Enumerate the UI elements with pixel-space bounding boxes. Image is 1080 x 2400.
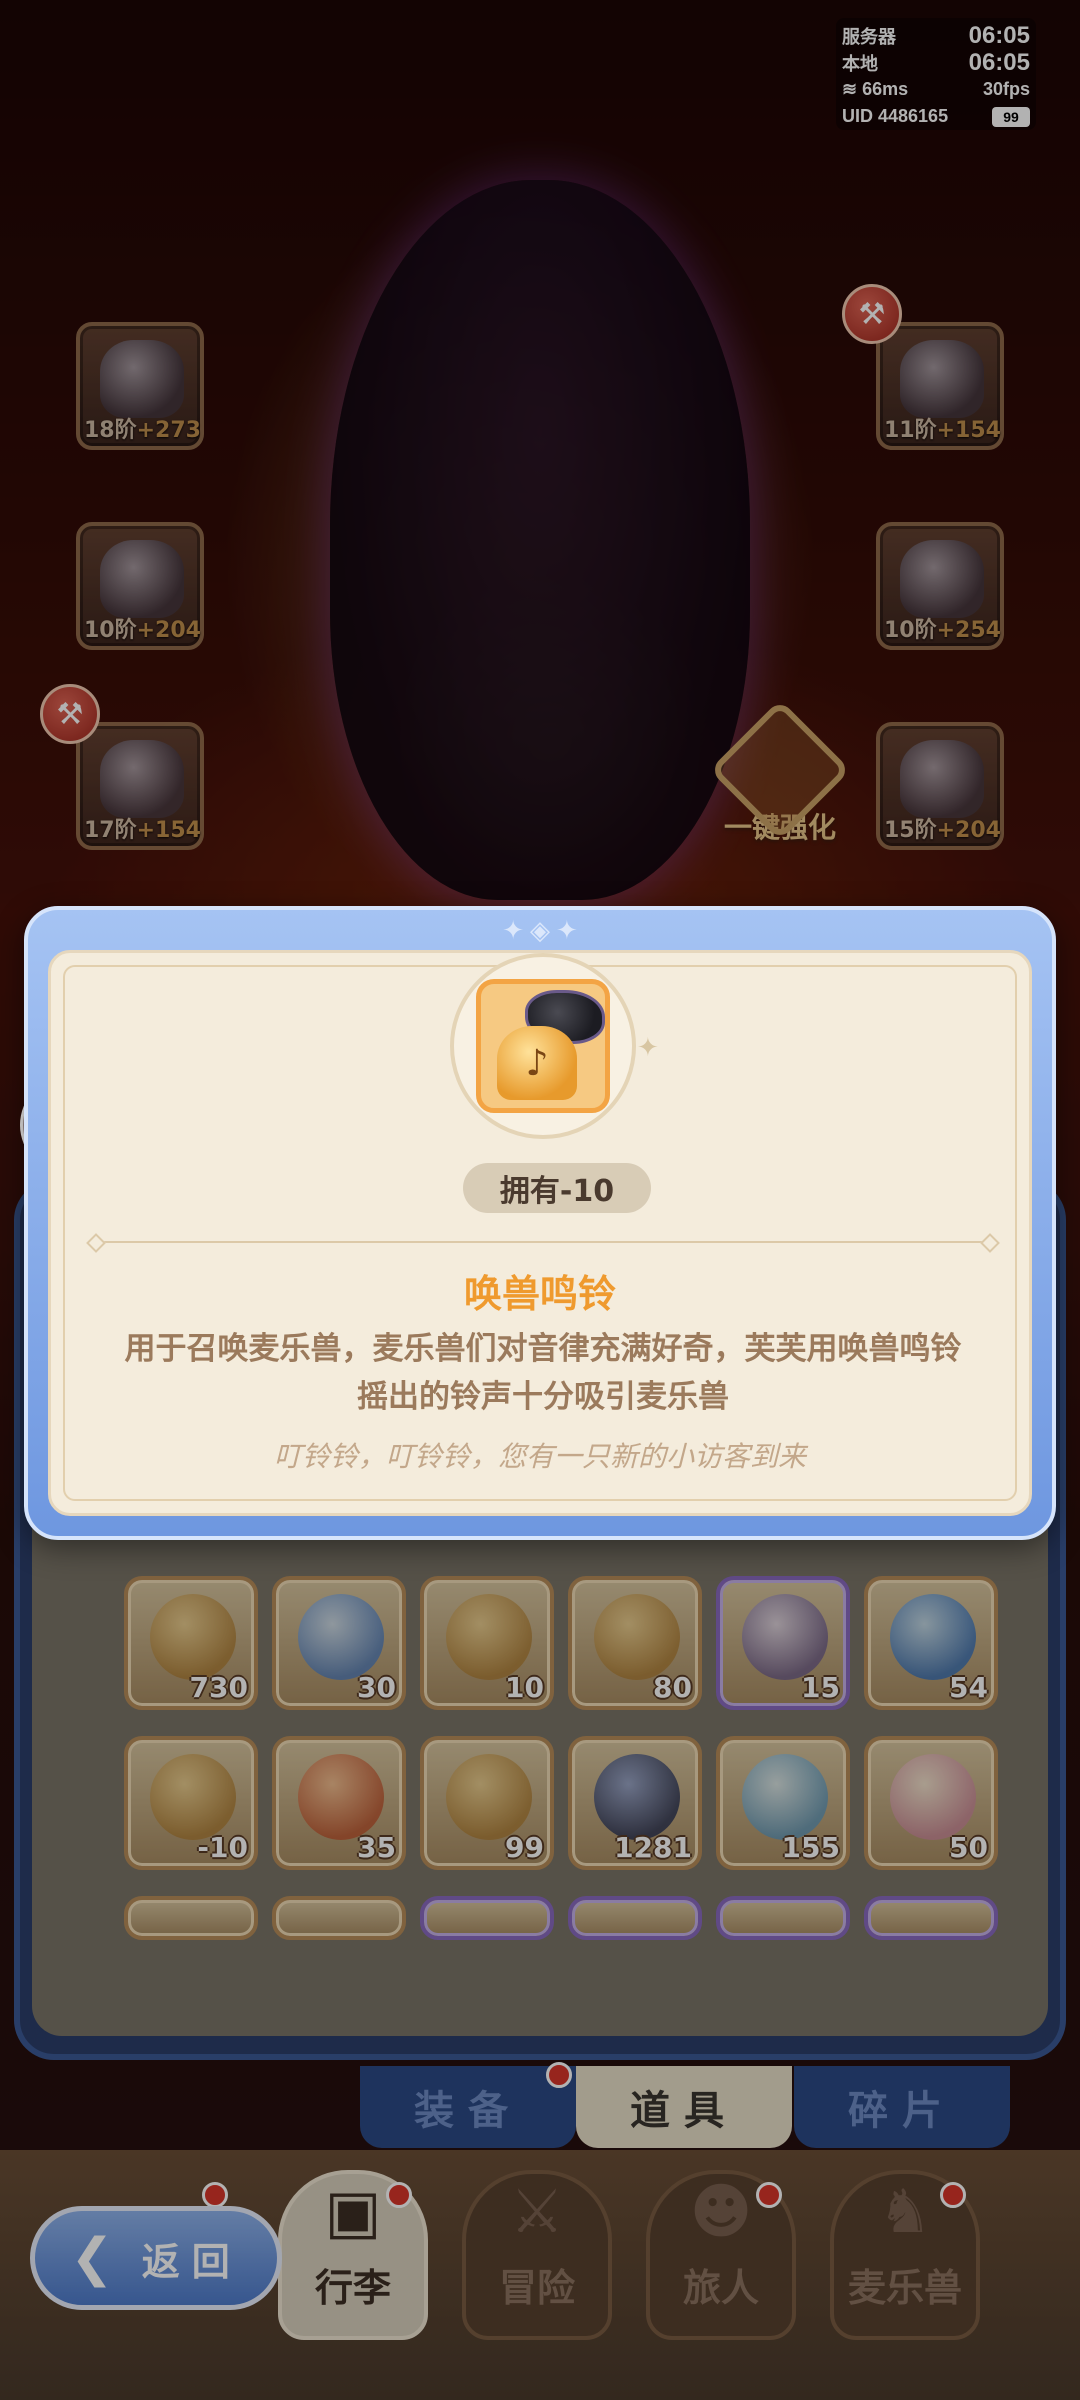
summon-bell-icon: ♪ — [476, 979, 610, 1113]
item-description: 用于召唤麦乐兽，麦乐兽们对音律充满好奇，芙芙用唤兽鸣铃摇出的铃声十分吸引麦乐兽 — [124, 1331, 962, 1415]
item-detail-card: ✦ ✦ ♪ 拥有-10 唤兽鸣铃 用于召唤麦乐兽，麦乐兽们对音律充满好奇，芙芙用… — [48, 950, 1032, 1516]
ornament-icon: ✦◈✦ — [502, 916, 584, 946]
owned-count-badge: 拥有-10 — [463, 1163, 651, 1213]
sparkle-icon: ✦ — [637, 1033, 659, 1063]
divider-line — [97, 1241, 989, 1243]
item-icon-frame: ♪ — [450, 953, 636, 1139]
item-name: 唤兽鸣铃 — [463, 1272, 616, 1316]
item-detail-modal: ✦◈✦ ✦ ✦ ♪ 拥有-10 唤兽鸣铃 用于召唤麦乐兽，麦乐兽们对音律充满好奇… — [24, 906, 1056, 1540]
bell-shape: ♪ — [497, 1026, 577, 1100]
item-flavor-text: 叮铃铃，叮铃铃，您有一只新的小访客到来 — [273, 1440, 806, 1473]
owned-count-text: 拥有-10 — [499, 1174, 615, 1209]
